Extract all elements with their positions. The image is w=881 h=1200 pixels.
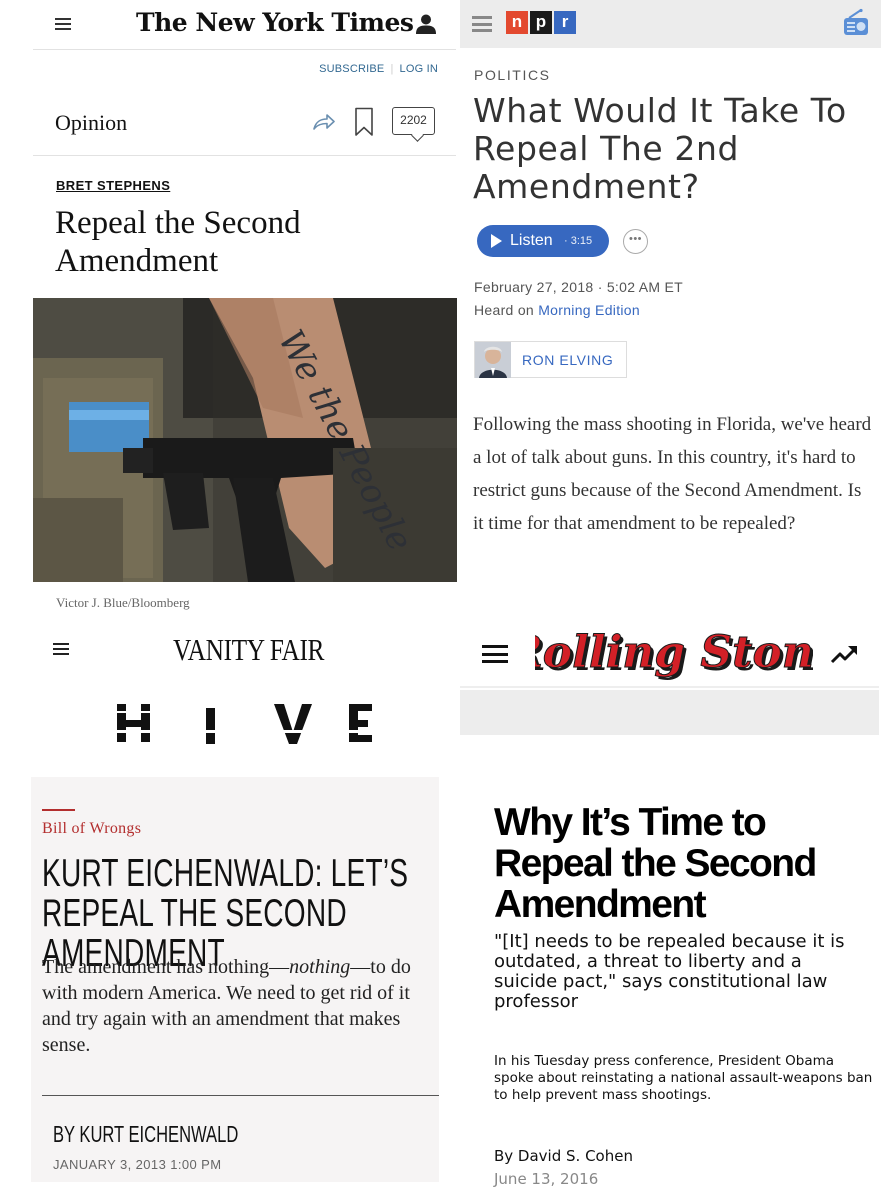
play-icon: [491, 234, 502, 248]
comment-count-button[interactable]: 2202: [392, 107, 435, 135]
listen-label: Listen: [510, 232, 553, 249]
link-separator: |: [390, 63, 394, 75]
section-kicker[interactable]: Bill of Wrongs: [42, 820, 141, 838]
menu-icon[interactable]: [53, 643, 69, 655]
menu-icon[interactable]: [482, 645, 508, 663]
article-headline: What Would It Take To Repeal The 2nd Ame…: [473, 91, 847, 206]
nyt-account-links: SUBSCRIBE | LOG IN: [319, 63, 438, 75]
author-byline[interactable]: BY KURT EICHENWALD: [53, 1121, 238, 1148]
menu-icon[interactable]: [472, 16, 492, 32]
rolling-stone-logo[interactable]: Rolling Stone Rolling Stone: [535, 622, 813, 684]
article-headline: Repeal the Second Amendment: [55, 205, 301, 279]
nyt-article-panel: The New York Times SUBSCRIBE | LOG IN Opin…: [0, 0, 460, 620]
divider: [42, 1095, 439, 1096]
vanity-fair-logo[interactable]: VANITY FAIR: [173, 632, 324, 668]
show-link[interactable]: Morning Edition: [538, 302, 640, 318]
article-body: In his Tuesday press conference, Preside…: [494, 1053, 873, 1103]
trending-icon[interactable]: [830, 643, 858, 665]
article-dek: The amendment has nothing—nothing—to do …: [42, 954, 434, 1058]
ad-placeholder: [460, 690, 879, 735]
logo-text: Rolling Stone: [535, 627, 813, 678]
kicker-rule: [42, 809, 75, 811]
nyt-logo[interactable]: The New York Times: [136, 8, 414, 37]
section-kicker[interactable]: POLITICS: [474, 67, 551, 83]
listen-duration: · 3:15: [564, 235, 593, 247]
npr-logo-n: n: [506, 11, 528, 34]
rolling-stone-header: Rolling Stone Rolling Stone: [460, 620, 879, 688]
nyt-header: The New York Times: [33, 0, 456, 50]
author-byline[interactable]: By David S. Cohen: [494, 1147, 633, 1165]
npr-logo-p: p: [530, 11, 552, 34]
divider: [33, 155, 456, 156]
article-headline: Why It’s Time to Repeal the Second Amend…: [494, 801, 817, 926]
publish-date: February 27, 2018 · 5:02 AM ET: [474, 279, 683, 295]
vanity-fair-article-panel: VANITY FAIR Bill of Wrongs KURT EICHENWA…: [0, 620, 460, 1200]
article-card: Bill of Wrongs KURT EICHENWALD: LET’S RE…: [31, 777, 439, 1182]
radio-icon[interactable]: [841, 8, 871, 38]
author-avatar: [475, 342, 511, 378]
author-card[interactable]: RON ELVING: [474, 341, 627, 378]
hive-logo[interactable]: [114, 700, 374, 750]
npr-logo-r: r: [554, 11, 576, 34]
heard-on: Heard on Morning Edition: [474, 302, 640, 318]
more-options-button[interactable]: •••: [623, 229, 648, 254]
article-dek: "[It] needs to be repealed because it is…: [494, 931, 845, 1012]
dek-part-1: The amendment has nothing—: [42, 956, 290, 978]
subscribe-link[interactable]: SUBSCRIBE: [319, 63, 384, 75]
publish-date: JANUARY 3, 2013 1:00 PM: [53, 1157, 222, 1172]
author-name: RON ELVING: [522, 352, 614, 368]
npr-logo[interactable]: n p r: [506, 11, 576, 34]
author-byline[interactable]: BRET STEPHENS: [56, 178, 170, 193]
photo-credit: Victor J. Blue/Bloomberg: [56, 595, 190, 610]
publish-date: June 13, 2016: [494, 1170, 599, 1188]
section-label[interactable]: Opinion: [55, 110, 127, 136]
article-photo: We the People: [33, 298, 457, 582]
login-link[interactable]: LOG IN: [400, 63, 439, 75]
share-icon[interactable]: [312, 112, 336, 132]
menu-icon[interactable]: [55, 18, 71, 30]
listen-button[interactable]: Listen · 3:15: [477, 225, 609, 257]
dek-emphasis: nothing: [289, 956, 351, 978]
npr-article-panel: n p r POLITICS What Would It Take To Rep…: [460, 0, 881, 620]
photo-illustration: We the People: [33, 298, 457, 582]
rolling-stone-article-panel: Rolling Stone Rolling Stone Why It’s Tim…: [460, 620, 881, 1200]
heard-on-prefix: Heard on: [474, 302, 539, 318]
user-icon[interactable]: [415, 13, 437, 35]
npr-header: n p r: [460, 0, 881, 48]
article-summary: Following the mass shooting in Florida, …: [473, 414, 872, 534]
bookmark-icon[interactable]: [354, 107, 374, 137]
